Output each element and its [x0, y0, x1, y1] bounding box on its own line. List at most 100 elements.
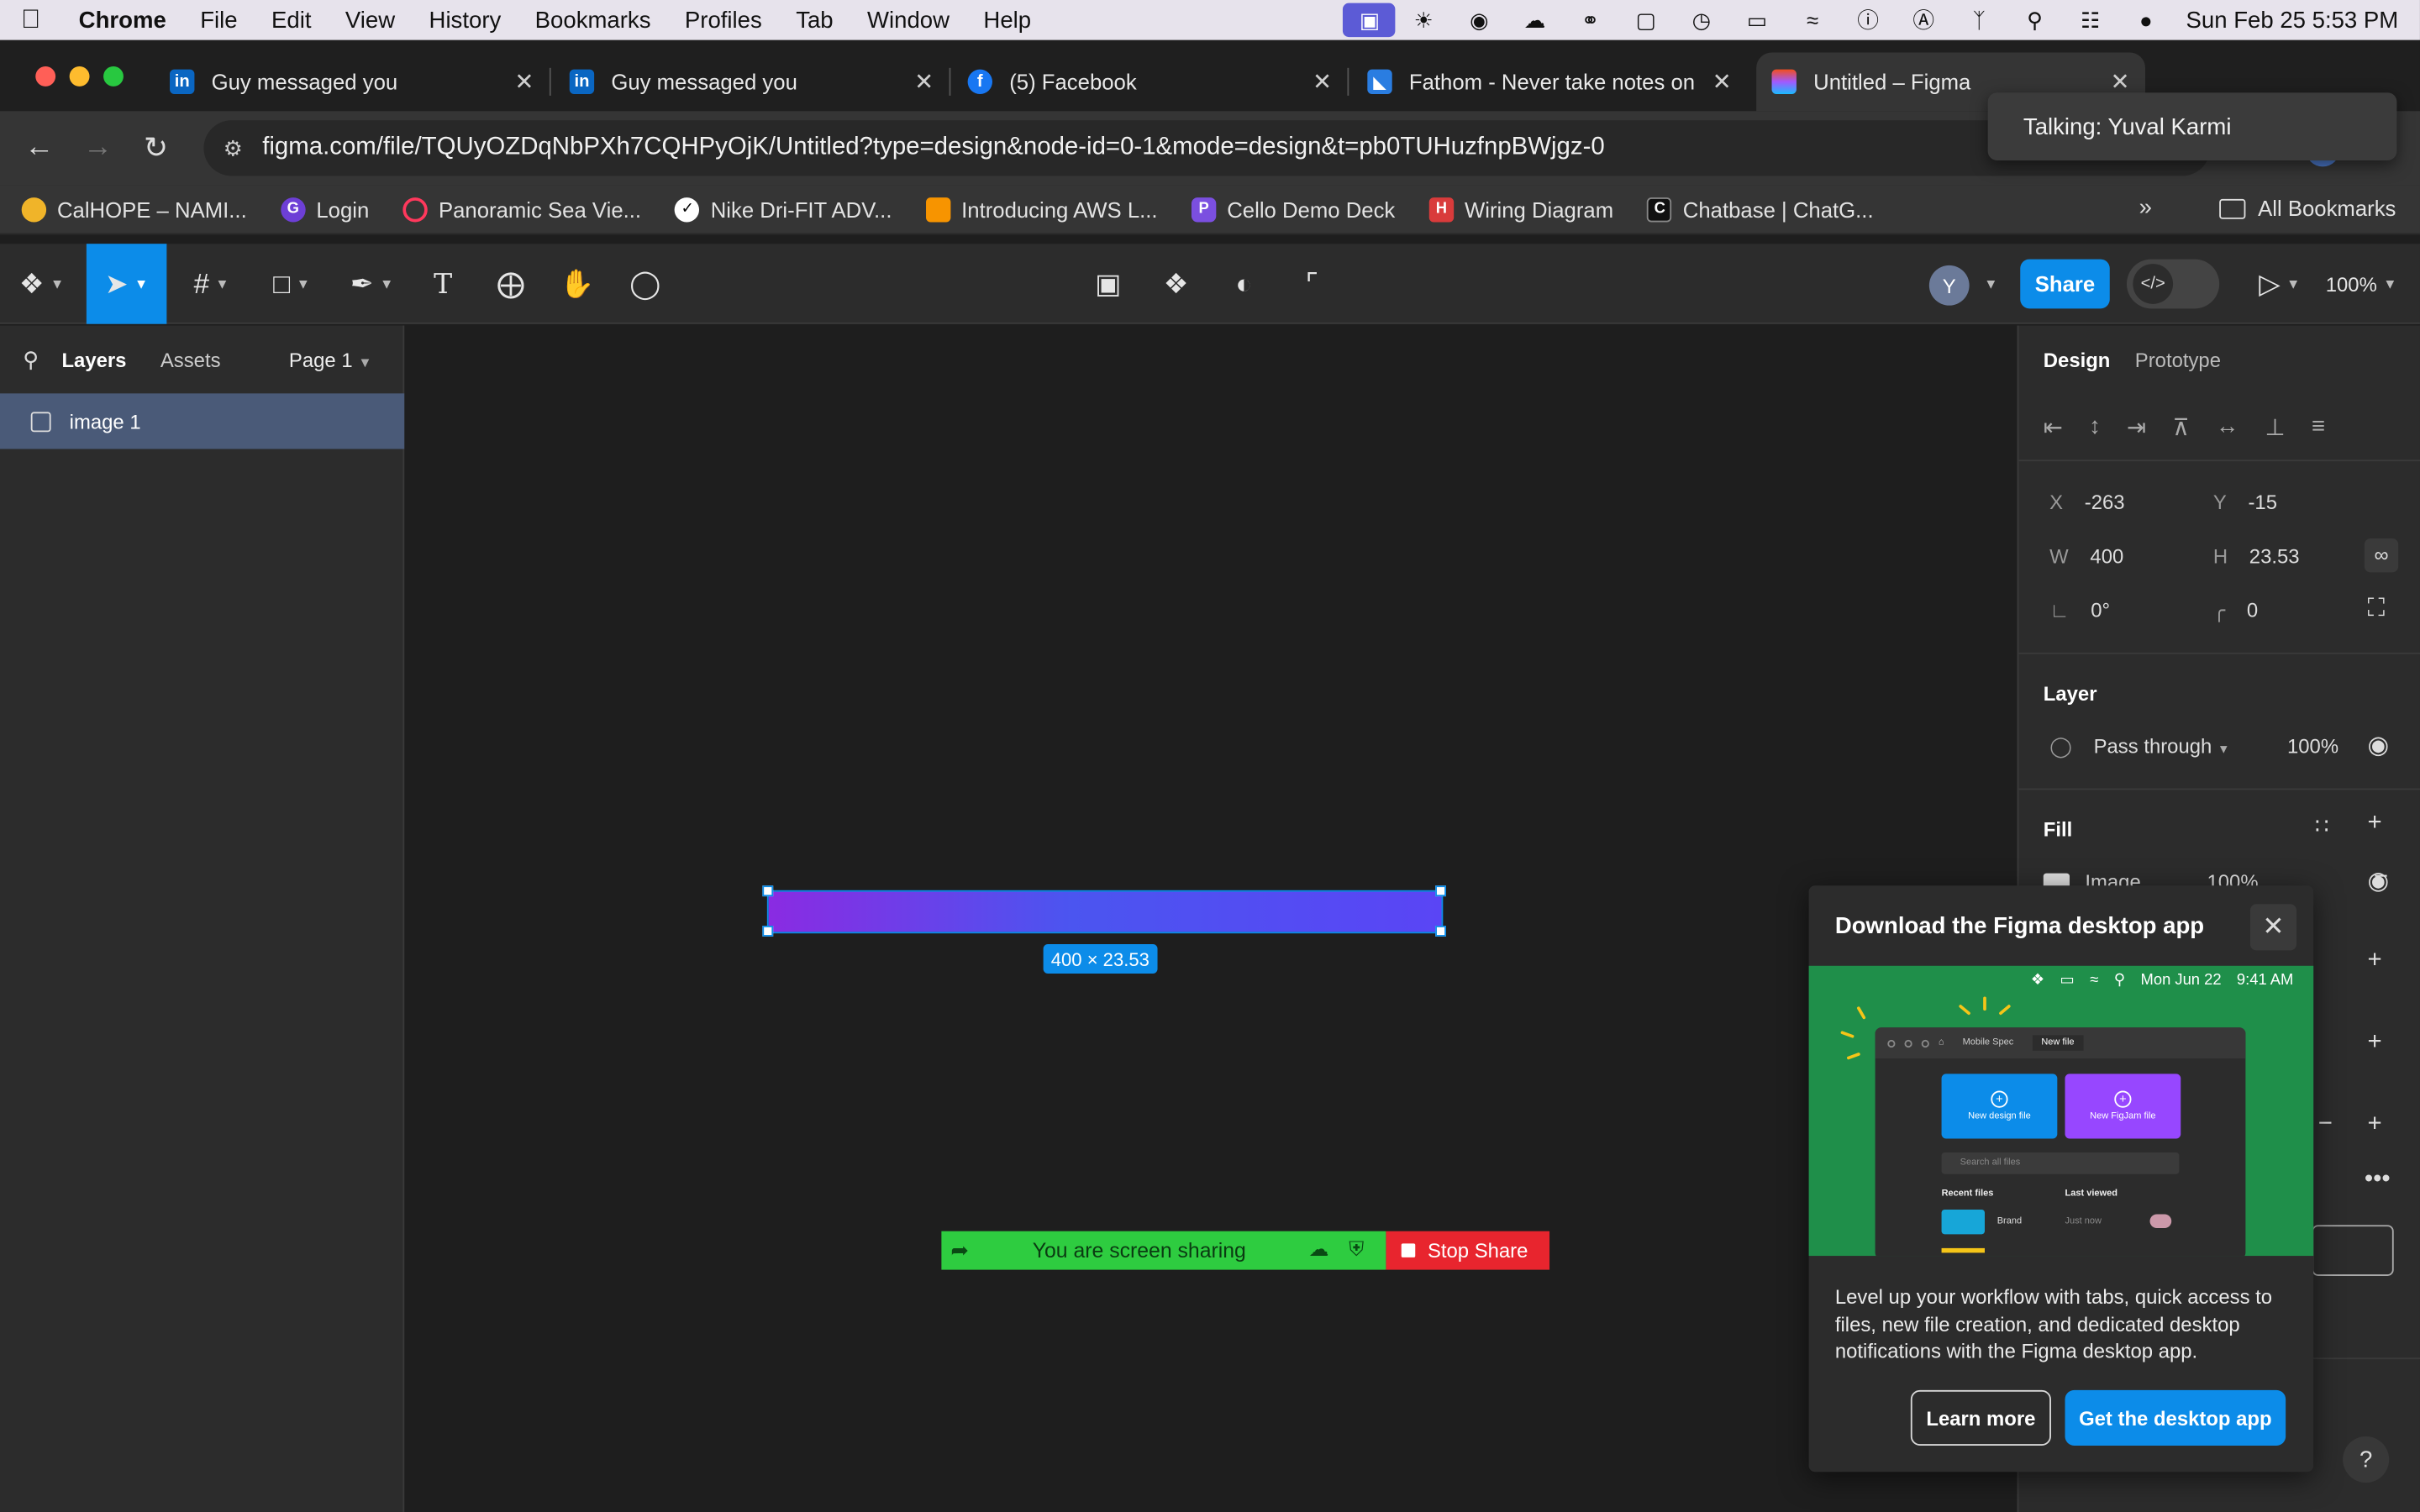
eye-icon[interactable]: ◉	[2367, 730, 2389, 761]
close-tab-icon[interactable]: ✕	[1313, 68, 1332, 96]
battery-icon[interactable]: ▭	[1729, 3, 1785, 37]
bookmark-nike[interactable]: ✓ Nike Dri-FIT ADV...	[675, 197, 892, 222]
close-tab-icon[interactable]: ✕	[2111, 68, 2130, 96]
crop-button[interactable]: ⌜	[1287, 244, 1337, 324]
square-icon[interactable]: ▢	[1618, 3, 1674, 37]
rotation-field[interactable]: ∟ 0°	[2049, 599, 2110, 622]
add-fill-icon[interactable]: +	[2367, 810, 2381, 837]
layer-row[interactable]: image 1	[0, 393, 405, 449]
menu-app-name[interactable]: Chrome	[61, 7, 183, 33]
address-url[interactable]: figma.com/file/TQUyOZDqNbPXh7CQHPyOjK/Un…	[262, 134, 1604, 162]
constrain-proportions-icon[interactable]: ∞	[2364, 538, 2399, 573]
width-field[interactable]: W 400	[2049, 544, 2123, 568]
resize-handle-top-left[interactable]	[762, 885, 774, 897]
screen-share-icon[interactable]: ▣	[1343, 3, 1397, 38]
distribute-icon[interactable]: ≡	[2312, 413, 2325, 439]
clock-icon[interactable]: ◷	[1674, 3, 1729, 37]
screen-sharing-indicator[interactable]: ➦ You are screen sharing ☁ ⛨	[941, 1231, 1386, 1270]
align-left-icon[interactable]: ⇤	[2044, 412, 2063, 440]
design-canvas[interactable]: 400 × 23.53 ➦ You are screen sharing ☁ ⛨…	[406, 325, 2018, 1512]
hand-tool-button[interactable]: ✋	[553, 244, 602, 324]
menu-edit[interactable]: Edit	[255, 7, 329, 33]
frame-tool-button[interactable]: # ▼	[179, 244, 244, 324]
more-options-icon[interactable]: •••	[2365, 1167, 2391, 1194]
bookmark-calhope[interactable]: CalHOPE – NAMI...	[21, 197, 247, 222]
remove-icon[interactable]: −	[2318, 1110, 2333, 1138]
all-bookmarks-button[interactable]: All Bookmarks	[2219, 196, 2396, 221]
reload-icon[interactable]: ↻	[144, 131, 168, 166]
mask-button[interactable]: ◐	[1219, 244, 1269, 324]
bookmark-aws[interactable]: Introducing AWS L...	[925, 197, 1158, 222]
add-effect-icon[interactable]: +	[2367, 1029, 2381, 1057]
resize-handle-bottom-right[interactable]	[1435, 926, 1446, 937]
tab-design[interactable]: Design	[2044, 348, 2111, 371]
resize-handle-top-right[interactable]	[1435, 885, 1446, 897]
align-right-icon[interactable]: ⇥	[2127, 412, 2146, 440]
independent-corners-icon[interactable]: ⛶	[2367, 596, 2385, 623]
control-center-icon[interactable]: ☷	[2063, 3, 2118, 37]
menu-clock[interactable]: Sun Feb 25 5:53 PM	[2174, 7, 2420, 33]
corner-radius-field[interactable]: ╭ 0	[2213, 599, 2258, 623]
add-export-icon[interactable]: +	[2367, 1110, 2381, 1138]
bookmark-cello[interactable]: P Cello Demo Deck	[1191, 197, 1395, 222]
remove-fill-icon[interactable]: −	[2374, 864, 2388, 892]
share-button[interactable]: Share	[2020, 259, 2110, 309]
bluetooth-icon[interactable]: ᛉ	[1951, 3, 2007, 37]
menu-bookmarks[interactable]: Bookmarks	[518, 7, 667, 33]
styles-grid-icon[interactable]: ∷	[2315, 813, 2328, 839]
zoom-menu[interactable]: 100% ▼	[2318, 244, 2405, 324]
tab-assets[interactable]: Assets	[160, 348, 221, 371]
search-icon[interactable]: ⚲	[2007, 3, 2062, 37]
y-field[interactable]: Y -15	[2213, 491, 2277, 514]
comment-tool-button[interactable]: ◯	[620, 244, 670, 324]
close-tab-icon[interactable]: ✕	[1712, 68, 1732, 96]
tab-fathom[interactable]: ◣ Fathom - Never take notes on ✕	[1352, 52, 1747, 111]
component-button[interactable]: ❖	[1151, 244, 1201, 324]
get-desktop-app-button[interactable]: Get the desktop app	[2065, 1389, 2286, 1446]
shape-tool-button[interactable]: □ ▼	[260, 244, 324, 324]
close-tab-icon[interactable]: ✕	[514, 68, 534, 96]
export-button-edge[interactable]	[2312, 1225, 2394, 1276]
search-icon[interactable]: ⚲	[0, 346, 61, 372]
align-top-icon[interactable]: ⊼	[2172, 412, 2189, 440]
forward-arrow-icon[interactable]: →	[83, 131, 113, 165]
weather-icon[interactable]: ☁	[1507, 3, 1562, 37]
menu-file[interactable]: File	[183, 7, 255, 33]
close-tab-icon[interactable]: ✕	[914, 68, 934, 96]
menu-tab[interactable]: Tab	[779, 7, 850, 33]
tab-layers[interactable]: Layers	[61, 348, 126, 371]
layer-opacity-field[interactable]: 100%	[2287, 734, 2338, 758]
text-tool-button[interactable]: T	[420, 244, 466, 324]
menu-window[interactable]: Window	[850, 7, 966, 33]
add-stroke-icon[interactable]: +	[2367, 948, 2381, 975]
sun-icon[interactable]: ☀	[1396, 3, 1451, 37]
menu-help[interactable]: Help	[966, 7, 1048, 33]
move-tool-button[interactable]: ➤ ▼	[86, 244, 167, 324]
present-button[interactable]: ▷ ▼	[2250, 244, 2309, 324]
align-center-horizontal-icon[interactable]: ↕	[2089, 413, 2101, 439]
tab-linkedin-1[interactable]: in Guy messaged you ✕	[155, 52, 551, 111]
height-field[interactable]: H 23.53	[2213, 544, 2300, 568]
learn-more-button[interactable]: Learn more	[1910, 1389, 2051, 1446]
transform-button[interactable]: ▣	[1083, 244, 1133, 324]
tab-linkedin-2[interactable]: in Guy messaged you ✕	[554, 52, 951, 111]
bookmarks-overflow-icon[interactable]: »	[2139, 194, 2152, 220]
tab-prototype[interactable]: Prototype	[2135, 348, 2221, 371]
zoom-window-button[interactable]	[103, 66, 124, 87]
user-avatar[interactable]: Y	[1928, 265, 1970, 306]
page-selector[interactable]: Page 1 ▼	[289, 348, 372, 371]
close-icon[interactable]: ✕	[2249, 904, 2297, 951]
menu-history[interactable]: History	[412, 7, 518, 33]
back-arrow-icon[interactable]: ←	[24, 131, 54, 165]
info-icon[interactable]: ⓘ	[1840, 3, 1896, 37]
fathom-icon[interactable]: ◉	[1451, 3, 1507, 37]
pen-tool-button[interactable]: ✒ ▼	[339, 244, 404, 324]
bookmark-login[interactable]: G Login	[281, 197, 369, 222]
x-field[interactable]: X -263	[2049, 491, 2124, 514]
minimize-window-button[interactable]	[69, 66, 90, 87]
tab-facebook[interactable]: f (5) Facebook ✕	[952, 52, 1349, 111]
wifi-icon[interactable]: ≈	[1785, 3, 1840, 37]
close-window-button[interactable]	[35, 66, 56, 87]
menu-profiles[interactable]: Profiles	[668, 7, 779, 33]
bookmark-wiring[interactable]: H Wiring Diagram	[1428, 197, 1613, 222]
